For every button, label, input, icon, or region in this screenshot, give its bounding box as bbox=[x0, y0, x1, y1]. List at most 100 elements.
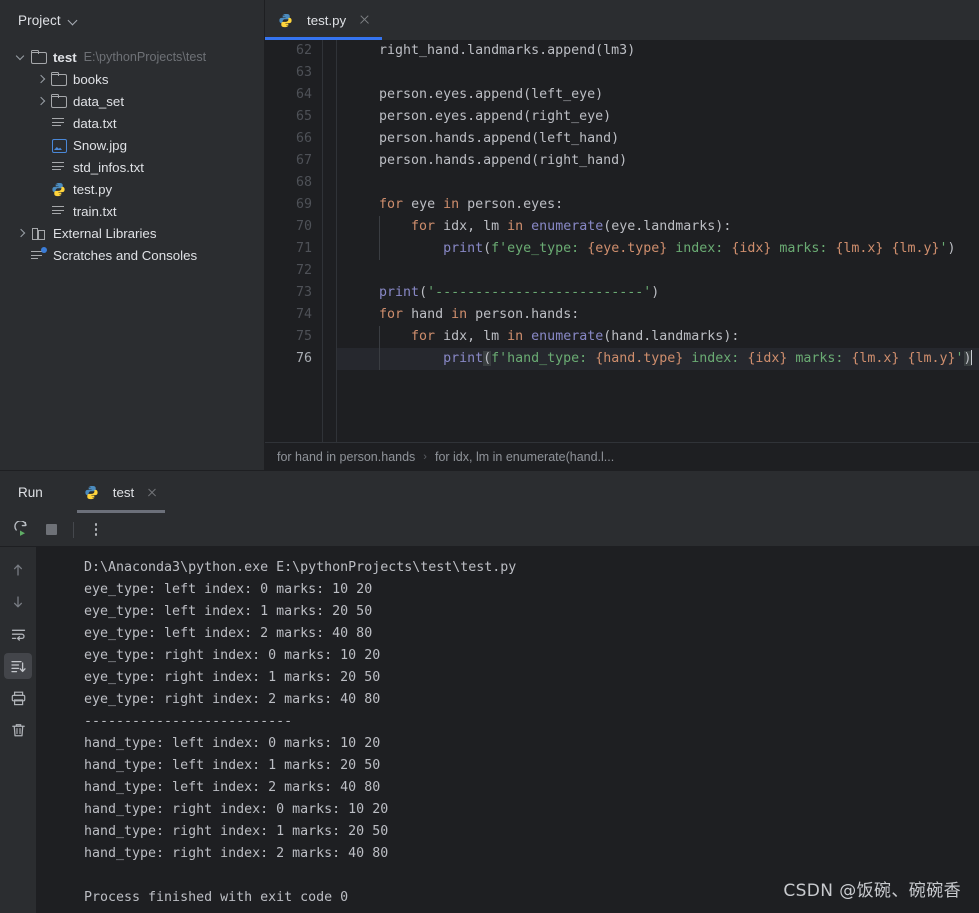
rerun-button[interactable] bbox=[8, 517, 34, 543]
code-line[interactable]: person.eyes.append(right_eye) bbox=[347, 106, 979, 128]
scroll-to-end-button[interactable] bbox=[4, 653, 32, 679]
line-number: 71 bbox=[295, 241, 312, 256]
tree-item-scratches-and-consoles[interactable]: Scratches and Consoles bbox=[0, 244, 264, 266]
code-line[interactable]: person.hands.append(right_hand) bbox=[347, 150, 979, 172]
code-token: index: bbox=[667, 241, 732, 256]
print-button[interactable] bbox=[4, 685, 32, 711]
code-content[interactable]: right_hand.landmarks.append(lm3) person.… bbox=[337, 40, 979, 442]
close-icon[interactable] bbox=[146, 486, 159, 499]
python-file-icon bbox=[83, 484, 100, 500]
editor-tab-label: test.py bbox=[307, 12, 347, 28]
tree-item-books[interactable]: books bbox=[0, 68, 264, 90]
breadcrumb[interactable]: for hand in person.hands › for idx, lm in … bbox=[265, 442, 979, 470]
line-number: 72 bbox=[295, 263, 312, 278]
code-token: (hand.landmarks): bbox=[603, 329, 740, 344]
tree-item-data-txt[interactable]: data.txt bbox=[0, 112, 264, 134]
code-token: in bbox=[451, 307, 468, 322]
console-line: eye_type: left index: 0 marks: 10 20 bbox=[84, 582, 373, 597]
toolbar-divider bbox=[73, 521, 74, 538]
line-number: 62 bbox=[295, 43, 312, 58]
python-file-icon bbox=[277, 12, 294, 28]
tree-item-snow-jpg[interactable]: Snow.jpg bbox=[0, 134, 264, 156]
run-tool-window: Run test D:\Anaconda3\python.exe E:\pyth… bbox=[0, 470, 979, 913]
tree-item-label: test.py bbox=[73, 181, 113, 197]
code-token: ' bbox=[955, 351, 964, 366]
chevron-down-icon[interactable] bbox=[69, 16, 79, 26]
scroll-up-button[interactable] bbox=[4, 557, 32, 583]
python-file-icon bbox=[50, 181, 67, 197]
code-line[interactable]: for idx, lm in enumerate(hand.landmarks)… bbox=[347, 326, 979, 348]
code-line[interactable]: right_hand.landmarks.append(lm3) bbox=[347, 40, 979, 62]
code-token: eye bbox=[403, 197, 444, 212]
chevron-right-icon[interactable] bbox=[34, 72, 48, 86]
code-line[interactable]: print(f'eye_type: {eye.type} index: {idx… bbox=[347, 238, 979, 260]
soft-wrap-icon bbox=[11, 629, 25, 641]
run-toolbar bbox=[0, 513, 979, 547]
text-file-icon bbox=[50, 115, 67, 131]
printer-icon bbox=[11, 691, 25, 705]
stop-button[interactable] bbox=[38, 517, 64, 543]
code-line[interactable]: print(f'hand_type: {hand.type} index: {i… bbox=[337, 348, 979, 370]
tree-item-test-py[interactable]: test.py bbox=[0, 178, 264, 200]
code-token: enumerate bbox=[531, 219, 604, 234]
close-icon[interactable] bbox=[358, 13, 372, 27]
code-line[interactable] bbox=[347, 172, 979, 194]
code-line[interactable]: print('--------------------------') bbox=[347, 282, 979, 304]
code-token: for bbox=[379, 197, 404, 212]
scratches-icon bbox=[30, 247, 47, 263]
code-token: in bbox=[443, 197, 460, 212]
code-token: person.hands.append(left_hand) bbox=[347, 131, 620, 146]
console-output[interactable]: D:\Anaconda3\python.exe E:\pythonProject… bbox=[36, 547, 979, 913]
active-run-tab-indicator bbox=[76, 510, 166, 513]
breadcrumb-item[interactable]: for hand in person.hands bbox=[277, 450, 415, 464]
run-title: Run bbox=[18, 484, 43, 500]
line-number: 66 bbox=[295, 131, 312, 146]
tree-item-test[interactable]: test E:\pythonProjects\test bbox=[0, 46, 264, 68]
tree-item-label: std_infos.txt bbox=[73, 159, 144, 175]
code-fold-column[interactable] bbox=[323, 40, 337, 442]
soft-wrap-button[interactable] bbox=[4, 621, 32, 647]
more-options-button[interactable] bbox=[83, 517, 109, 543]
code-token: marks: bbox=[787, 351, 852, 366]
watermark: CSDN @饭碗、碗碗香 bbox=[783, 881, 961, 901]
code-line[interactable]: for idx, lm in enumerate(eye.landmarks): bbox=[347, 216, 979, 238]
code-token: ( bbox=[419, 285, 428, 300]
code-line[interactable]: person.hands.append(left_hand) bbox=[347, 128, 979, 150]
code-line[interactable] bbox=[347, 62, 979, 84]
code-editor[interactable]: 62 63 64 65 66 67 68 69 70 71 72 73 74 75 76 right_han… bbox=[265, 40, 979, 442]
run-tab-test[interactable]: test bbox=[76, 471, 166, 513]
tree-item-data-set[interactable]: data_set bbox=[0, 90, 264, 112]
code-token: print bbox=[443, 241, 484, 256]
chevron-down-icon[interactable] bbox=[14, 50, 28, 64]
tree-item-std-infos-txt[interactable]: std_infos.txt bbox=[0, 156, 264, 178]
clear-all-button[interactable] bbox=[4, 717, 32, 743]
tree-item-label: Snow.jpg bbox=[73, 137, 127, 153]
tree-item-label: External Libraries bbox=[53, 225, 157, 241]
code-token: f'eye_type: bbox=[491, 241, 588, 256]
code-token: {lm.y} bbox=[891, 241, 940, 256]
scroll-down-button[interactable] bbox=[4, 589, 32, 615]
vertical-dots-icon bbox=[94, 523, 98, 536]
project-sidebar: Project test E:\pythonProjects\test books d… bbox=[0, 0, 265, 470]
line-number: 64 bbox=[295, 87, 312, 102]
breadcrumb-item[interactable]: for idx, lm in enumerate(hand.l... bbox=[435, 450, 614, 464]
code-token: {hand.type} bbox=[595, 351, 684, 366]
console-line: hand_type: right index: 2 marks: 40 80 bbox=[84, 846, 389, 861]
line-number: 74 bbox=[295, 307, 312, 322]
code-line[interactable]: person.eyes.append(left_eye) bbox=[347, 84, 979, 106]
code-line[interactable] bbox=[347, 260, 979, 282]
chevron-right-icon[interactable] bbox=[34, 94, 48, 108]
console-line: hand_type: left index: 2 marks: 40 80 bbox=[84, 780, 381, 795]
tree-item-train-txt[interactable]: train.txt bbox=[0, 200, 264, 222]
tree-item-external-libraries[interactable]: External Libraries bbox=[0, 222, 264, 244]
code-token: (eye.landmarks): bbox=[603, 219, 732, 234]
code-line[interactable]: for hand in person.hands: bbox=[347, 304, 979, 326]
project-tool-window-header[interactable]: Project bbox=[0, 0, 264, 40]
console-line: eye_type: right index: 1 marks: 20 50 bbox=[84, 670, 381, 685]
line-number: 75 bbox=[295, 329, 312, 344]
editor-tab-test-py[interactable]: test.py bbox=[265, 0, 383, 40]
chevron-right-icon[interactable] bbox=[14, 226, 28, 240]
trash-icon bbox=[11, 723, 25, 736]
code-line[interactable]: for eye in person.eyes: bbox=[347, 194, 979, 216]
